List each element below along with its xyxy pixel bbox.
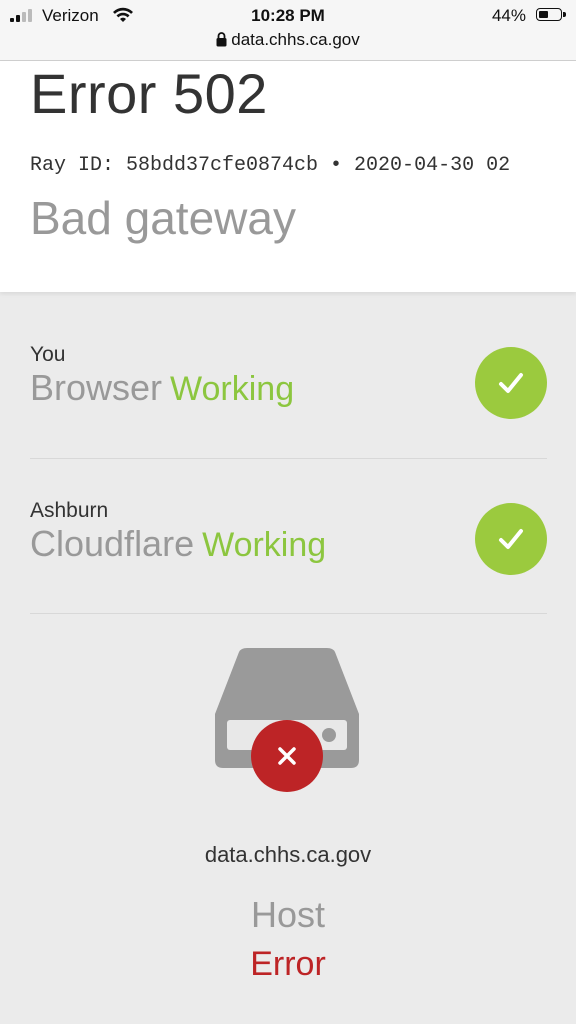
row-status: Working — [170, 370, 295, 408]
check-icon — [475, 347, 547, 419]
error-header-card: Error 502 Ray ID: 58bdd37cfe0874cb • 202… — [0, 61, 576, 292]
row-name-label: Cloudflare — [30, 523, 195, 564]
error-x-icon — [251, 720, 323, 792]
error-description: Bad gateway — [30, 192, 296, 244]
host-section: data.chhs.ca.gov Host Error — [0, 640, 576, 1024]
status-row-browser: You Browser Working — [30, 305, 547, 459]
row-name: Cloudflare Working — [30, 523, 326, 565]
check-icon — [475, 503, 547, 575]
host-domain: data.chhs.ca.gov — [204, 842, 372, 867]
error-title: Error 502 — [30, 62, 268, 125]
row-name-label: Browser — [30, 367, 163, 408]
status-row-cloudflare: Ashburn Cloudflare Working — [30, 461, 547, 615]
host-name: Host — [250, 894, 326, 935]
clock-time: 10:28 PM — [251, 6, 325, 25]
battery-percent: 44% — [491, 6, 526, 25]
divider — [30, 458, 547, 459]
row-name: Browser Working — [30, 367, 294, 409]
row-location: Ashburn — [30, 499, 109, 522]
ray-id: Ray ID: 58bdd37cfe0874cb • 2020-04-30 02 — [30, 154, 511, 177]
lock-icon — [216, 32, 227, 47]
host-status: Error — [250, 945, 326, 983]
row-location: You — [30, 343, 66, 366]
row-status: Working — [202, 526, 327, 564]
url-bar[interactable]: data.chhs.ca.gov — [0, 30, 576, 61]
status-bar: Verizon 10:28 PM 44% — [0, 0, 576, 30]
battery-icon — [536, 8, 566, 21]
divider — [30, 613, 547, 614]
url-text: data.chhs.ca.gov — [231, 30, 360, 49]
